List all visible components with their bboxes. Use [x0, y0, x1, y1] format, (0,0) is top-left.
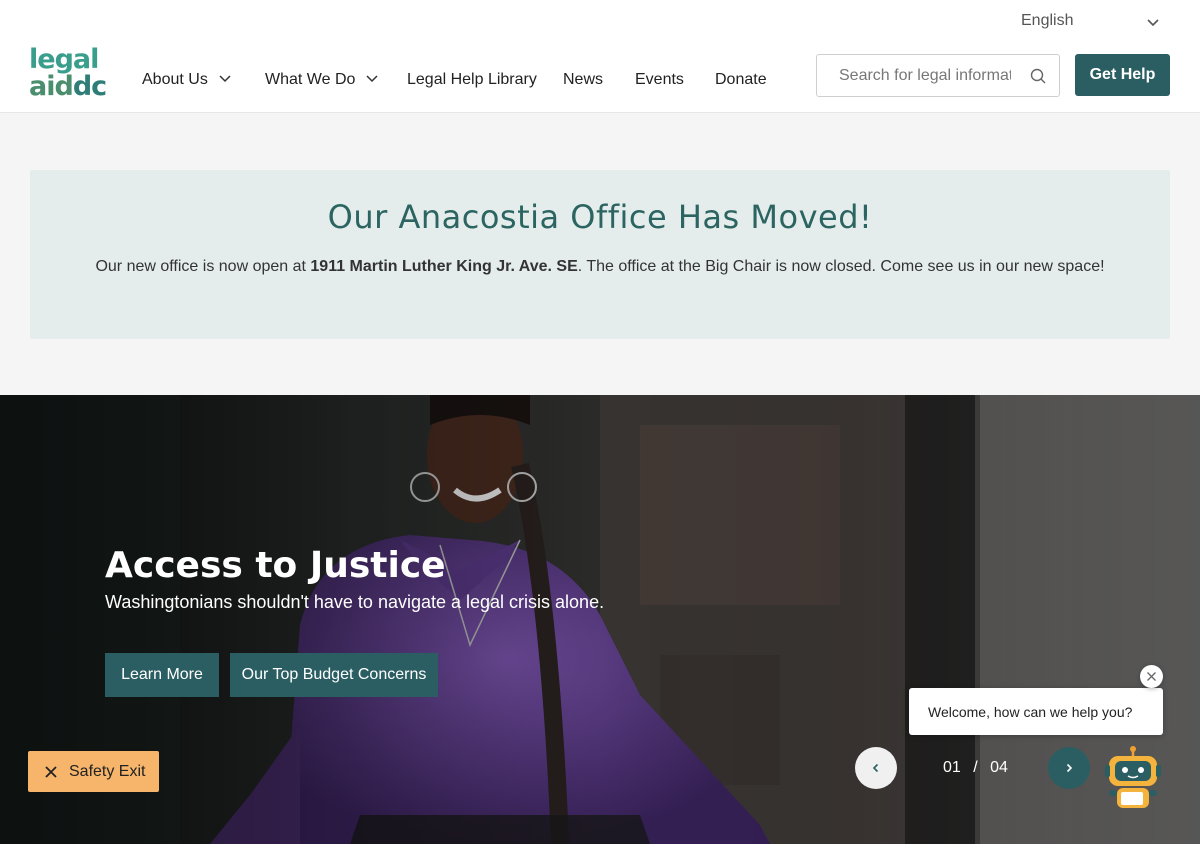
carousel-total: 04 — [990, 759, 1008, 776]
site-logo[interactable]: legal aiddc — [29, 46, 109, 102]
announcement-address: 1911 Martin Luther King Jr. Ave. SE — [310, 258, 578, 275]
nav-label: About Us — [142, 71, 208, 88]
chevron-left-icon — [872, 763, 879, 773]
carousel-separator: / — [973, 759, 978, 776]
search-box — [816, 54, 1060, 97]
budget-concerns-button[interactable]: Our Top Budget Concerns — [230, 653, 438, 697]
announcement-text-before: Our new office is now open at — [95, 258, 311, 275]
nav-news[interactable]: News — [563, 71, 603, 89]
hero-subtitle: Washingtonians shouldn't have to navigat… — [105, 592, 605, 612]
site-header: English legal aiddc About Us What We Do … — [0, 0, 1200, 113]
chatbot-robot-icon[interactable] — [1103, 746, 1163, 812]
nav-events[interactable]: Events — [635, 71, 684, 89]
chevron-down-icon — [1147, 19, 1159, 27]
nav-label: Events — [635, 71, 684, 88]
learn-more-button[interactable]: Learn More — [105, 653, 219, 697]
safety-exit-button[interactable]: Safety Exit — [28, 751, 159, 792]
search-input[interactable] — [839, 65, 1011, 87]
language-label: English — [1021, 12, 1074, 29]
get-help-button[interactable]: Get Help — [1075, 54, 1170, 96]
nav-label: Donate — [715, 71, 767, 88]
announcement-text-after: . The office at the Big Chair is now clo… — [577, 258, 1105, 275]
announcement-banner: Our Anacostia Office Has Moved! Our new … — [30, 170, 1170, 339]
nav-label: Legal Help Library — [407, 71, 537, 88]
chat-close-button[interactable] — [1140, 665, 1163, 688]
search-icon[interactable] — [1029, 67, 1047, 85]
chevron-down-icon — [366, 75, 378, 83]
carousel-counter: 01 / 04 — [943, 759, 1008, 777]
safety-exit-label: Safety Exit — [69, 762, 146, 780]
nav-what-we-do[interactable]: What We Do — [265, 71, 379, 89]
close-icon — [1147, 672, 1156, 681]
hero-carousel: Access to Justice Washingtonians shouldn… — [0, 395, 1200, 844]
announcement-title: Our Anacostia Office Has Moved! — [327, 198, 873, 236]
logo-dc: dc — [72, 71, 107, 102]
chevron-down-icon — [219, 75, 231, 83]
logo-aid: aid — [29, 71, 74, 102]
logo-line-2: aiddc — [29, 73, 109, 100]
nav-label: News — [563, 71, 604, 88]
hero-title: Access to Justice — [105, 545, 446, 586]
nav-about-us[interactable]: About Us — [142, 71, 232, 89]
chevron-right-icon — [1066, 763, 1073, 773]
announcement-text: Our new office is now open at 1911 Marti… — [30, 258, 1170, 276]
chat-welcome-bubble[interactable]: Welcome, how can we help you? — [909, 688, 1163, 735]
close-icon — [45, 765, 57, 778]
nav-label: What We Do — [265, 71, 356, 88]
nav-donate[interactable]: Donate — [715, 71, 767, 89]
carousel-prev-button[interactable] — [855, 747, 897, 789]
carousel-next-button[interactable] — [1048, 747, 1090, 789]
carousel-current: 01 — [943, 759, 961, 776]
chat-welcome-text: Welcome, how can we help you? — [928, 703, 1133, 720]
nav-legal-help-library[interactable]: Legal Help Library — [407, 71, 537, 89]
hero-background-image — [0, 395, 1200, 844]
logo-line-1: legal — [29, 44, 99, 75]
language-selector[interactable]: English — [1021, 12, 1161, 34]
